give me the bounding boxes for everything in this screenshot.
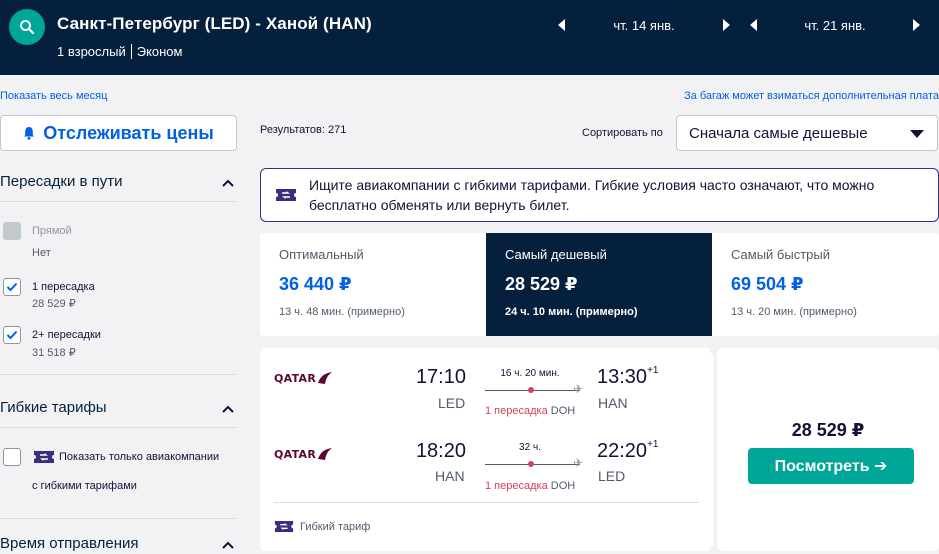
flex-fares-banner-text: Ищите авиакомпании с гибкими тарифами. Г… [309, 177, 875, 213]
view-deal-button[interactable]: Посмотреть ➔ [748, 448, 914, 484]
stop-dot [528, 387, 534, 393]
one-stop-checkbox[interactable] [3, 278, 21, 296]
airline-logo: QATAR [274, 447, 333, 461]
sort-select[interactable]: Сначала самые дешевые [676, 115, 938, 151]
return-date[interactable]: чт. 21 янв. [757, 18, 913, 33]
check-icon [6, 330, 18, 340]
divider [0, 518, 237, 519]
passenger-count: 1 взрослый [57, 44, 126, 59]
inbound-arrival-airport: LED [598, 468, 626, 484]
chevron-up-icon[interactable] [221, 404, 235, 414]
tab-price: 69 504 ₽ [731, 274, 804, 294]
oryx-icon [318, 448, 333, 460]
plane-icon: ✈ [573, 456, 584, 470]
sort-value: Сначала самые дешевые [689, 124, 868, 142]
inbound-arrival-time: 22:20+1 [597, 439, 659, 462]
divider [0, 374, 237, 375]
show-month-link[interactable]: Показать весь месяц [0, 90, 107, 102]
inbound-stops: 1 пересадка DOH [485, 480, 576, 492]
two-plus-stops-checkbox[interactable] [3, 326, 21, 344]
tab-price: 28 529 ₽ [505, 274, 578, 294]
flight-price: 28 529 ₽ [791, 420, 865, 440]
tab-label: Оптимальный [279, 247, 364, 262]
inbound-departure-airport: HAN [435, 468, 465, 484]
search-icon [20, 20, 35, 35]
flex-fares-filter-title[interactable]: Гибкие тарифы [0, 399, 107, 416]
sort-tabs: Оптимальный 36 440 ₽ 13 ч. 48 мин. (прим… [260, 233, 939, 336]
chevron-up-icon[interactable] [221, 540, 235, 550]
baggage-fee-link[interactable]: За багаж может взиматься дополнительная … [684, 90, 939, 102]
direct-price: Нет [32, 247, 51, 259]
flexible-ticket-icon [34, 451, 54, 463]
tab-label: Самый быстрый [731, 247, 830, 262]
divider [274, 502, 699, 503]
depart-date[interactable]: чт. 14 янв. [565, 18, 723, 33]
tab-duration: 13 ч. 20 мин. (примерно) [731, 306, 857, 318]
sort-label: Сортировать по [582, 127, 663, 139]
flexible-ticket-icon [276, 189, 296, 201]
track-prices-label: Отслеживать цены [43, 122, 214, 143]
flex-only-label-line1: Показать только авиакомпании [59, 451, 220, 463]
inbound-duration: 32 ч. [519, 442, 541, 453]
direct-checkbox[interactable] [3, 222, 21, 240]
flex-fares-banner: Ищите авиакомпании с гибкими тарифами. Г… [260, 168, 939, 222]
two-plus-stops-label: 2+ пересадки [32, 329, 101, 341]
two-plus-stops-price: 31 518 ₽ [32, 347, 76, 359]
flight-price-panel: 28 529 ₽ Посмотреть ➔ [717, 348, 939, 551]
direct-label: Прямой [32, 225, 72, 237]
oryx-icon [318, 372, 333, 384]
tab-duration: 24 ч. 10 мин. (примерно) [505, 306, 638, 318]
outbound-arrival-time: 13:30+1 [597, 365, 659, 388]
route-title[interactable]: Санкт-Петербург (LED) - Ханой (HAN) [57, 14, 372, 34]
next-date-icon[interactable] [723, 19, 730, 31]
one-stop-price: 28 529 ₽ [32, 298, 76, 310]
tab-fastest[interactable]: Самый быстрый 69 504 ₽ 13 ч. 20 мин. (пр… [712, 233, 938, 336]
next-date-icon[interactable] [913, 19, 920, 31]
plane-icon: ✈ [573, 382, 584, 396]
track-prices-button[interactable]: Отслеживать цены [0, 115, 237, 151]
flight-result-card[interactable]: QATAR 17:10 LED 16 ч. 20 мин. ✈ 1 переса… [260, 348, 714, 551]
inbound-departure-time: 18:20 [415, 440, 466, 462]
divider [0, 427, 237, 428]
divider [130, 44, 132, 59]
search-header: Санкт-Петербург (LED) - Ханой (HAN) 1 вз… [0, 0, 939, 75]
outbound-duration: 16 ч. 20 мин. [500, 368, 560, 379]
caret-down-icon [910, 130, 924, 138]
stop-dot [528, 461, 534, 467]
check-icon [6, 282, 18, 292]
cabin-class: Эконом [136, 44, 183, 59]
airline-logo: QATAR [274, 371, 333, 385]
outbound-arrival-airport: HAN [598, 395, 628, 411]
prev-date-icon[interactable] [558, 19, 565, 31]
tab-duration: 13 ч. 48 мин. (примерно) [279, 306, 405, 318]
chevron-up-icon[interactable] [221, 178, 235, 188]
tab-label: Самый дешевый [505, 247, 607, 262]
departure-time-filter-title[interactable]: Время отправления [0, 535, 139, 552]
outbound-departure-airport: LED [438, 395, 466, 411]
flexible-ticket-icon [274, 521, 294, 532]
tab-cheapest[interactable]: Самый дешевый 28 529 ₽ 24 ч. 10 мин. (пр… [486, 233, 712, 336]
prev-date-icon[interactable] [750, 19, 757, 31]
outbound-departure-time: 17:10 [415, 366, 466, 388]
return-date-picker: чт. 21 янв. [750, 15, 920, 35]
flex-fare-tag: Гибкий тариф [274, 519, 370, 534]
one-stop-label: 1 пересадка [32, 281, 95, 293]
results-count: Результатов: 271 [260, 124, 347, 136]
bell-icon [23, 126, 35, 140]
flex-only-label-line2: с гибкими тарифами [32, 480, 137, 492]
depart-date-picker: чт. 14 янв. [558, 15, 730, 35]
stops-filter-title[interactable]: Пересадки в пути [0, 173, 123, 190]
outbound-stops: 1 пересадка DOH [485, 405, 576, 417]
search-button[interactable] [9, 9, 45, 45]
tab-best[interactable]: Оптимальный 36 440 ₽ 13 ч. 48 мин. (прим… [260, 233, 486, 336]
tab-price: 36 440 ₽ [279, 274, 352, 294]
divider [0, 201, 237, 202]
passenger-summary[interactable]: 1 взрослый Эконом [57, 44, 182, 59]
flex-only-checkbox[interactable] [3, 448, 21, 466]
